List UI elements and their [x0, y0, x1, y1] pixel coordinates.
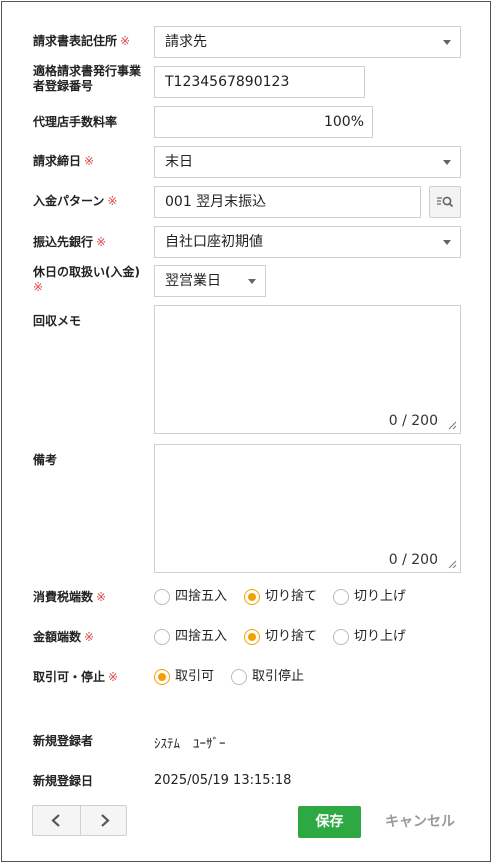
remarks-textarea[interactable]: 0 / 200 — [154, 444, 461, 573]
tax-rounding-radio-group: 四捨五入 切り捨て 切り上げ — [154, 588, 414, 608]
required-mark: ※ — [108, 670, 119, 684]
trade-status-option-stopped[interactable]: 取引停止 — [231, 668, 311, 688]
chevron-down-icon — [443, 40, 451, 45]
tax-rounding-label: 消費税端数 ※ — [33, 590, 107, 604]
radio-selected-icon — [154, 669, 170, 685]
trade-status-label: 取引可・停止 ※ — [33, 670, 119, 684]
amount-rounding-option-floor[interactable]: 切り捨て — [244, 628, 322, 648]
created-by-label: 新規登録者 — [33, 734, 94, 748]
registration-no-input[interactable]: T1234567890123 — [154, 66, 365, 98]
radio-icon — [231, 669, 247, 685]
payment-pattern-input[interactable]: 001 翌月末振込 — [154, 186, 421, 218]
chevron-down-icon — [443, 240, 451, 245]
amount-rounding-label: 金額端数 ※ — [33, 630, 95, 644]
invoice-address-label: 請求書表記住所 ※ — [33, 34, 131, 48]
radio-icon — [154, 629, 170, 645]
prev-record-button[interactable] — [33, 806, 80, 835]
required-mark: ※ — [96, 590, 107, 604]
payment-pattern-label: 入金パターン ※ — [33, 194, 118, 208]
radio-icon — [333, 629, 349, 645]
record-pager — [32, 805, 127, 836]
next-record-button[interactable] — [81, 806, 128, 835]
radio-selected-icon — [244, 589, 260, 605]
required-mark: ※ — [120, 34, 131, 48]
chevron-down-icon — [443, 160, 451, 165]
radio-icon — [333, 589, 349, 605]
char-counter: 0 / 200 — [388, 552, 438, 568]
amount-rounding-option-round[interactable]: 四捨五入 — [154, 628, 232, 648]
required-mark: ※ — [33, 280, 44, 294]
created-by-value: ｼｽﾃﾑ ﾕｰｻﾞｰ — [154, 737, 226, 752]
collection-memo-textarea[interactable]: 0 / 200 — [154, 305, 461, 434]
collection-memo-label: 回収メモ — [33, 314, 82, 328]
invoice-address-select[interactable]: 請求先 — [154, 26, 461, 58]
chevron-down-icon — [248, 279, 256, 284]
radio-icon — [154, 589, 170, 605]
chevron-left-icon — [51, 814, 60, 827]
created-at-value: 2025/05/19 13:15:18 — [154, 773, 292, 788]
holiday-handling-select[interactable]: 翌営業日 — [154, 265, 266, 297]
cancel-button[interactable]: キャンセル — [376, 806, 464, 838]
bank-select[interactable]: 自社口座初期値 — [154, 226, 461, 258]
agent-fee-rate-label: 代理店手数料率 — [33, 115, 118, 129]
closing-day-select[interactable]: 末日 — [154, 146, 461, 178]
tax-rounding-option-floor[interactable]: 切り捨て — [244, 588, 322, 608]
chevron-right-icon — [101, 814, 110, 827]
trade-status-option-allowed[interactable]: 取引可 — [154, 668, 220, 688]
list-search-icon — [437, 196, 454, 208]
radio-selected-icon — [244, 629, 260, 645]
resize-handle-icon[interactable] — [448, 421, 457, 430]
payment-pattern-search-button[interactable] — [429, 186, 461, 218]
required-mark: ※ — [84, 630, 95, 644]
amount-rounding-radio-group: 四捨五入 切り捨て 切り上げ — [154, 628, 414, 648]
resize-handle-icon[interactable] — [448, 560, 457, 569]
char-counter: 0 / 200 — [388, 413, 438, 429]
tax-rounding-option-round[interactable]: 四捨五入 — [154, 588, 232, 608]
client-form-panel: 請求書表記住所 ※ 請求先 適格請求書発行事業 者登録番号 T1234567890… — [1, 1, 491, 862]
closing-day-label: 請求締日 ※ — [33, 154, 95, 168]
amount-rounding-option-ceil[interactable]: 切り上げ — [333, 628, 411, 648]
trade-status-radio-group: 取引可 取引停止 — [154, 668, 334, 688]
created-at-label: 新規登録日 — [33, 774, 94, 788]
remarks-label: 備考 — [33, 453, 58, 467]
required-mark: ※ — [107, 194, 118, 208]
holiday-handling-label: 休日の取扱い(入金) ※ — [33, 265, 140, 294]
required-mark: ※ — [96, 235, 107, 249]
registration-no-label: 適格請求書発行事業 者登録番号 — [33, 64, 142, 93]
agent-fee-rate-input[interactable]: 100% — [154, 106, 373, 138]
required-mark: ※ — [84, 154, 95, 168]
save-button[interactable]: 保存 — [298, 806, 361, 838]
tax-rounding-option-ceil[interactable]: 切り上げ — [333, 588, 411, 608]
bank-label: 振込先銀行 ※ — [33, 235, 107, 249]
